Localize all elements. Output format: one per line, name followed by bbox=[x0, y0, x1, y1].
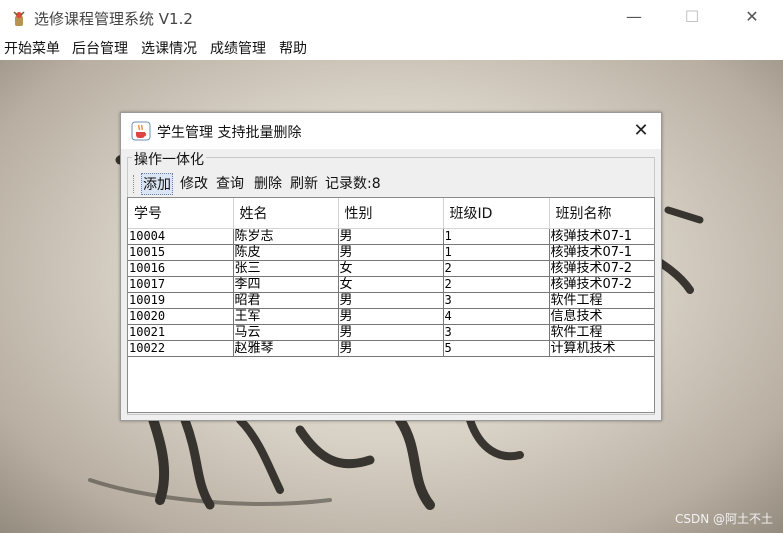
toolbar-grip bbox=[133, 175, 135, 193]
add-button[interactable]: 添加 bbox=[141, 173, 173, 195]
record-count: 记录数:8 bbox=[325, 176, 381, 192]
cell-gender[interactable]: 男 bbox=[338, 340, 444, 357]
edit-button[interactable]: 修改 bbox=[180, 173, 208, 193]
app-icon bbox=[13, 11, 25, 26]
group-label: 操作一体化 bbox=[132, 149, 206, 169]
cell-gender[interactable]: 男 bbox=[338, 324, 444, 341]
minimize-button[interactable]: — bbox=[604, 0, 664, 34]
column-header-class-id[interactable]: 班级ID bbox=[443, 198, 550, 229]
cell-class-name[interactable]: 核弹技术07-1 bbox=[549, 228, 654, 245]
java-coffee-icon bbox=[131, 121, 151, 141]
query-button[interactable]: 查询 bbox=[216, 173, 244, 193]
table-row[interactable]: 10020 王军 男 4 信息技术 bbox=[128, 308, 654, 325]
cell-class-id[interactable]: 5 bbox=[443, 340, 550, 357]
column-header-gender[interactable]: 性别 bbox=[338, 198, 444, 229]
cell-gender[interactable]: 男 bbox=[338, 308, 444, 325]
cell-class-id[interactable]: 1 bbox=[443, 228, 550, 245]
cell-name[interactable]: 陈岁志 bbox=[233, 228, 339, 245]
menu-grades[interactable]: 成绩管理 bbox=[210, 38, 266, 58]
menu-admin[interactable]: 后台管理 bbox=[72, 38, 128, 58]
cell-class-name[interactable]: 核弹技术07-2 bbox=[549, 276, 654, 293]
dialog-title-bar: 学生管理 支持批量删除 ✕ bbox=[121, 113, 661, 149]
cell-class-id[interactable]: 2 bbox=[443, 260, 550, 277]
cell-name[interactable]: 张三 bbox=[233, 260, 339, 277]
table-header-row: 学号 姓名 性别 班级ID 班别名称 bbox=[128, 198, 654, 229]
menu-start[interactable]: 开始菜单 bbox=[4, 38, 60, 58]
cell-gender[interactable]: 男 bbox=[338, 244, 444, 261]
cell-student-id[interactable]: 10019 bbox=[128, 292, 234, 309]
table-row[interactable]: 10016 张三 女 2 核弹技术07-2 bbox=[128, 260, 654, 277]
column-header-name[interactable]: 姓名 bbox=[233, 198, 339, 229]
cell-name[interactable]: 李四 bbox=[233, 276, 339, 293]
cell-class-id[interactable]: 3 bbox=[443, 292, 550, 309]
menu-help[interactable]: 帮助 bbox=[279, 38, 307, 58]
menu-course-selection[interactable]: 选课情况 bbox=[141, 38, 197, 58]
cell-class-name[interactable]: 核弹技术07-2 bbox=[549, 260, 654, 277]
cell-student-id[interactable]: 10022 bbox=[128, 340, 234, 357]
column-header-student-id[interactable]: 学号 bbox=[128, 198, 234, 229]
cell-class-id[interactable]: 2 bbox=[443, 276, 550, 293]
cell-student-id[interactable]: 10021 bbox=[128, 324, 234, 341]
cell-name[interactable]: 陈皮 bbox=[233, 244, 339, 261]
cell-student-id[interactable]: 10004 bbox=[128, 228, 234, 245]
cell-gender[interactable]: 女 bbox=[338, 276, 444, 293]
cell-class-id[interactable]: 4 bbox=[443, 308, 550, 325]
cell-gender[interactable]: 男 bbox=[338, 292, 444, 309]
cell-student-id[interactable]: 10016 bbox=[128, 260, 234, 277]
dialog-title: 学生管理 支持批量删除 bbox=[157, 125, 302, 141]
maximize-button[interactable]: ☐ bbox=[662, 0, 722, 34]
cell-class-id[interactable]: 1 bbox=[443, 244, 550, 261]
menu-bar: 开始菜单 后台管理 选课情况 成绩管理 帮助 bbox=[0, 36, 783, 60]
cell-class-id[interactable]: 3 bbox=[443, 324, 550, 341]
dialog-close-button[interactable]: ✕ bbox=[627, 117, 655, 145]
cell-name[interactable]: 马云 bbox=[233, 324, 339, 341]
refresh-button[interactable]: 刷新 bbox=[290, 173, 318, 193]
cell-class-name[interactable]: 信息技术 bbox=[549, 308, 654, 325]
table-row[interactable]: 10022 赵雅琴 男 5 计算机技术 bbox=[128, 340, 654, 357]
cell-name[interactable]: 王军 bbox=[233, 308, 339, 325]
column-header-class-name[interactable]: 班别名称 bbox=[549, 198, 654, 229]
app-title: 选修课程管理系统 V1.2 bbox=[34, 10, 193, 28]
cell-class-name[interactable]: 计算机技术 bbox=[549, 340, 654, 357]
cell-gender[interactable]: 男 bbox=[338, 228, 444, 245]
watermark: CSDN @阿土不土 bbox=[674, 512, 773, 526]
close-button[interactable]: ✕ bbox=[722, 0, 782, 34]
title-bar: 选修课程管理系统 V1.2 — ☐ ✕ bbox=[0, 0, 783, 36]
student-table: 学号 姓名 性别 班级ID 班别名称 10004 陈岁志 男 1 核弹技术07-… bbox=[127, 197, 655, 413]
table-row[interactable]: 10017 李四 女 2 核弹技术07-2 bbox=[128, 276, 654, 293]
cell-name[interactable]: 昭君 bbox=[233, 292, 339, 309]
table-row[interactable]: 10015 陈皮 男 1 核弹技术07-1 bbox=[128, 244, 654, 261]
cell-class-name[interactable]: 软件工程 bbox=[549, 292, 654, 309]
cell-class-name[interactable]: 核弹技术07-1 bbox=[549, 244, 654, 261]
student-management-dialog: 学生管理 支持批量删除 ✕ 操作一体化 添加 修改 查询 删除 刷新 记录数:8… bbox=[120, 112, 662, 421]
delete-button[interactable]: 删除 bbox=[254, 173, 282, 193]
cell-student-id[interactable]: 10015 bbox=[128, 244, 234, 261]
cell-gender[interactable]: 女 bbox=[338, 260, 444, 277]
table-row[interactable]: 10019 昭君 男 3 软件工程 bbox=[128, 292, 654, 309]
table-row[interactable]: 10021 马云 男 3 软件工程 bbox=[128, 324, 654, 341]
cell-class-name[interactable]: 软件工程 bbox=[549, 324, 654, 341]
cell-name[interactable]: 赵雅琴 bbox=[233, 340, 339, 357]
table-row[interactable]: 10004 陈岁志 男 1 核弹技术07-1 bbox=[128, 228, 654, 245]
cell-student-id[interactable]: 10020 bbox=[128, 308, 234, 325]
cell-student-id[interactable]: 10017 bbox=[128, 276, 234, 293]
